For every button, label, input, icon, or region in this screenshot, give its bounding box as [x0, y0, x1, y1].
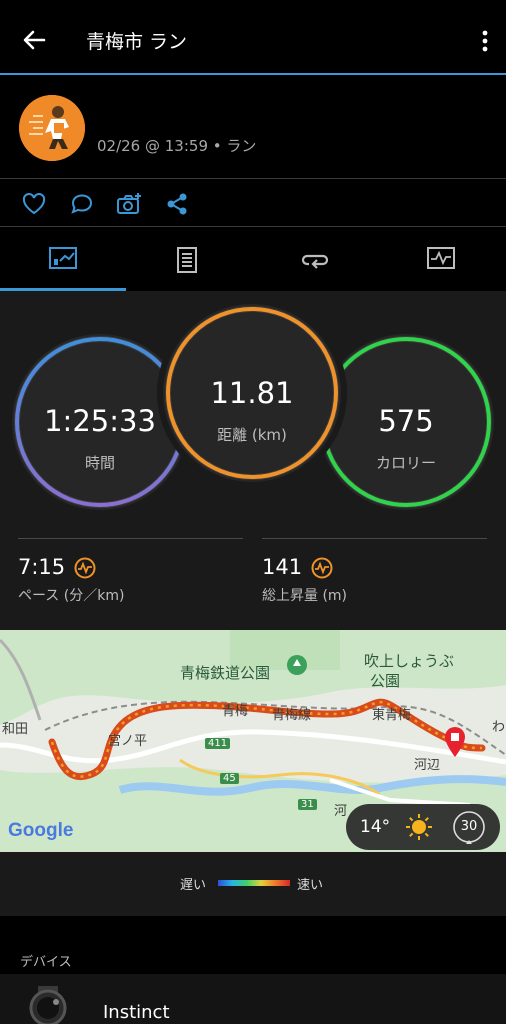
- pace-label: ペース (分／km): [18, 588, 125, 604]
- map-label: 公園: [370, 672, 401, 690]
- google-attribution: Google: [8, 820, 73, 842]
- route-map[interactable]: 青梅鉄道公園 吹上しょうぶ 公園 青梅 青梅線 東青梅 宮ノ平 河辺 和田 わ …: [0, 630, 506, 852]
- calories-ring: 575 カロリー: [318, 334, 494, 510]
- map-label: わ: [492, 720, 506, 735]
- social-actions: [0, 179, 506, 227]
- activity-meta: 02/26 @ 13:59 • ラン: [97, 137, 257, 155]
- sun-icon: [406, 814, 432, 840]
- road-number: 31: [298, 799, 317, 810]
- wind-speed: 30: [460, 819, 478, 834]
- stats-panel: 1:25:33 時間 575 カロリー 11.81 距離 (km) 7:15 ペ…: [0, 291, 506, 630]
- tab-bar: [0, 227, 506, 291]
- map-label: 宮ノ平: [108, 734, 148, 749]
- heart-icon[interactable]: [21, 191, 47, 217]
- elevation-label: 総上昇量 (m): [262, 588, 348, 604]
- time-ring: 1:25:33 時間: [12, 334, 188, 510]
- map-label: 吹上しょうぶ: [364, 652, 455, 670]
- share-icon[interactable]: [164, 191, 190, 217]
- map-label: 青梅線: [272, 708, 312, 723]
- map-label: 青梅: [222, 704, 249, 719]
- weather-badge[interactable]: 14° 30: [346, 804, 500, 850]
- heart-rate-icon[interactable]: [311, 557, 333, 579]
- legend-slow: 遅い: [180, 878, 207, 893]
- weather-temp: 14°: [360, 817, 391, 837]
- elevation-value: 141: [262, 555, 303, 579]
- devices-section: デバイス Instinct: [0, 916, 506, 1024]
- map-label: 和田: [2, 722, 29, 737]
- park-icon: [287, 655, 307, 675]
- tab-graphs[interactable]: [378, 227, 504, 291]
- more-vert-icon[interactable]: [478, 27, 492, 55]
- distance-ring: 11.81 距離 (km): [163, 304, 341, 482]
- device-row[interactable]: [0, 974, 506, 1024]
- pace-metric: 7:15 ペース (分／km): [18, 555, 243, 605]
- tab-laps[interactable]: [252, 227, 378, 291]
- map-label: 青梅鉄道公園: [180, 664, 271, 682]
- pace-legend: 遅い 速い: [0, 852, 506, 916]
- map-label: 東青梅: [372, 708, 412, 723]
- details-list-icon: [177, 247, 197, 273]
- top-app-bar: 青梅市 ラン: [0, 0, 506, 74]
- end-marker-icon: [445, 727, 465, 757]
- avatar[interactable]: [19, 95, 85, 161]
- laps-icon: [301, 254, 329, 269]
- watch-icon: [29, 986, 67, 1024]
- activity-header: 02/26 @ 13:59 • ラン: [0, 75, 506, 179]
- tab-summary[interactable]: [0, 227, 126, 291]
- time-label: 時間: [84, 454, 115, 472]
- device-name[interactable]: Instinct: [103, 1002, 170, 1023]
- tab-details[interactable]: [126, 227, 252, 291]
- road-number: 45: [220, 773, 239, 784]
- calories-value: 575: [378, 404, 434, 438]
- heart-rate-icon[interactable]: [74, 557, 96, 579]
- divider: [18, 538, 243, 539]
- runner-avatar-icon: [19, 95, 85, 161]
- calories-label: カロリー: [375, 454, 436, 472]
- google-logo-text: Google: [8, 820, 74, 841]
- distance-value: 11.81: [210, 376, 294, 410]
- distance-label: 距離 (km): [217, 426, 287, 444]
- divider: [262, 538, 487, 539]
- summary-chart-icon: [49, 247, 77, 269]
- road-number: 411: [205, 738, 231, 749]
- elevation-metric: 141 総上昇量 (m): [262, 555, 487, 605]
- graph-icon: [427, 247, 455, 269]
- map-label: 河辺: [414, 758, 441, 773]
- map-label: 河: [334, 804, 348, 819]
- devices-header: デバイス: [20, 955, 72, 970]
- pace-value: 7:15: [18, 555, 66, 579]
- legend-fast: 速い: [297, 878, 324, 893]
- add-photo-icon[interactable]: [116, 191, 142, 217]
- comment-icon[interactable]: [69, 191, 95, 217]
- page-title: 青梅市 ラン: [86, 31, 188, 53]
- legend-gradient: [218, 880, 290, 886]
- back-arrow-icon[interactable]: [20, 26, 48, 54]
- time-value: 1:25:33: [44, 404, 156, 438]
